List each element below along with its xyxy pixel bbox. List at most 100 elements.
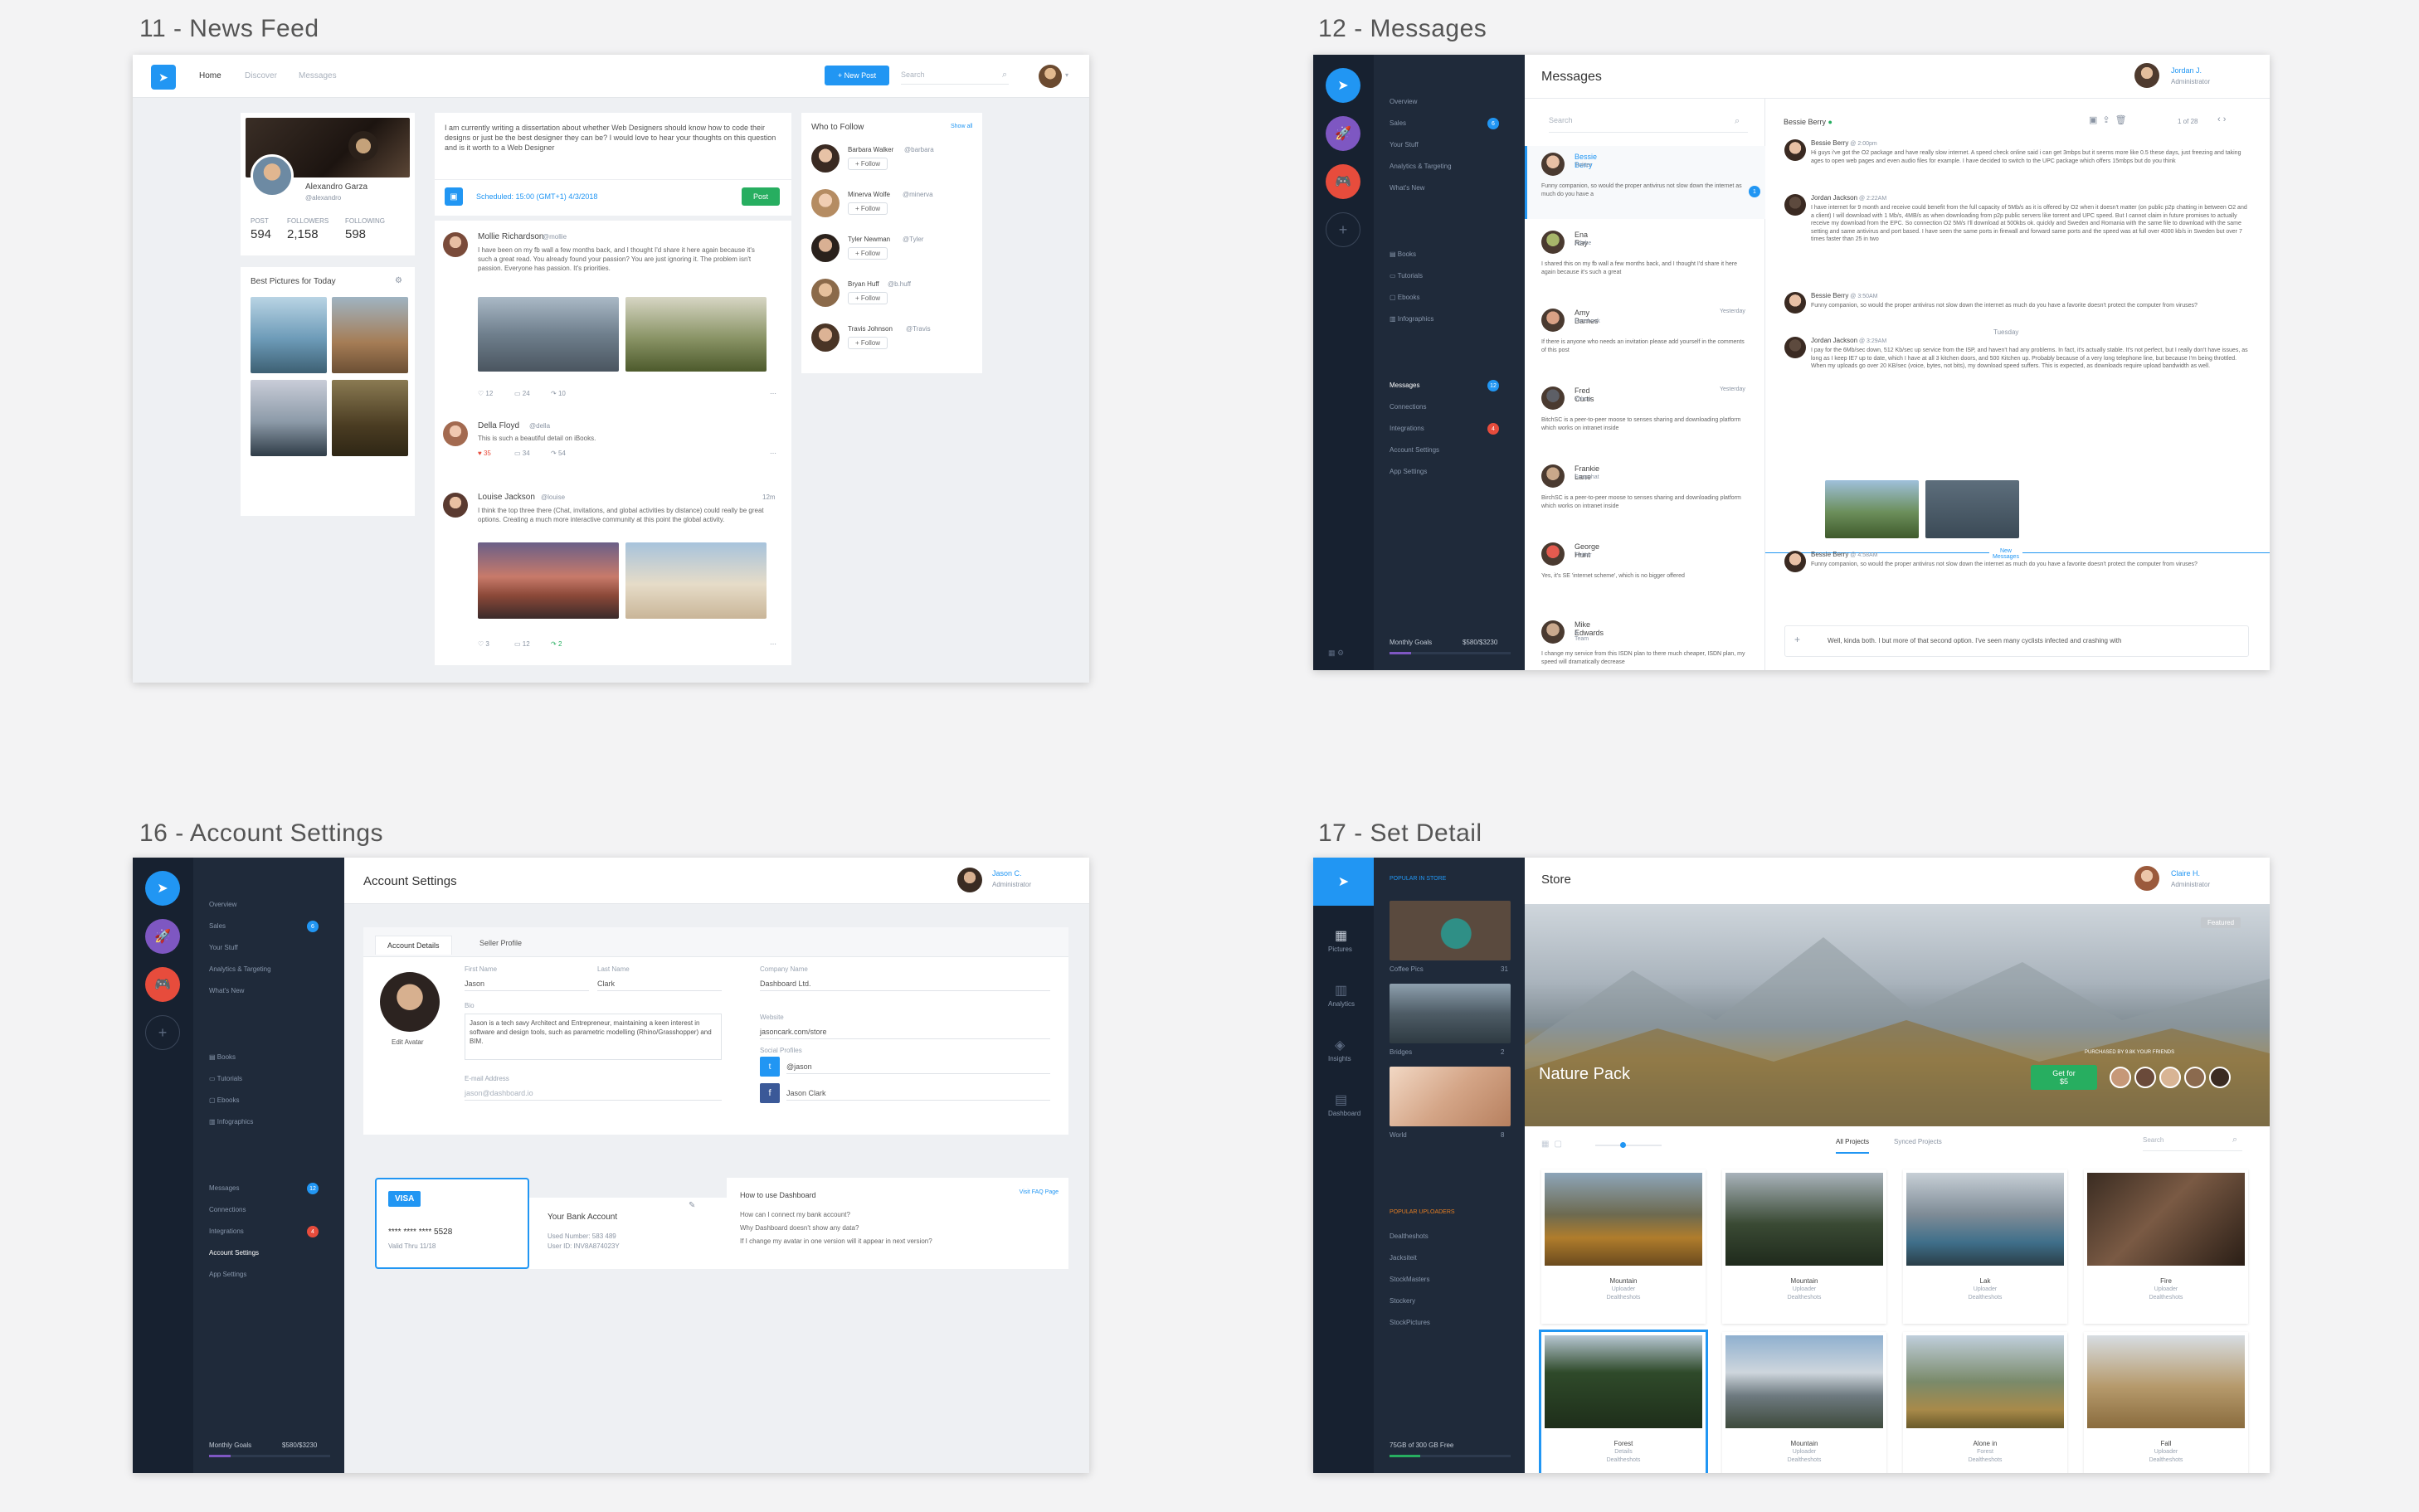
post-image[interactable] <box>478 297 619 372</box>
follow-name[interactable]: Travis Johnson <box>848 325 893 333</box>
uploader-item[interactable]: StockMasters <box>1390 1276 1429 1283</box>
profile-avatar[interactable] <box>380 972 440 1032</box>
search-input[interactable]: Search <box>901 66 1009 85</box>
sidebar-item-messages[interactable]: Messages <box>209 1184 239 1192</box>
nav-messages[interactable]: Messages <box>299 71 337 80</box>
avatar[interactable] <box>1784 292 1806 314</box>
gear-icon[interactable]: ⚙ <box>395 276 402 285</box>
last-name-field[interactable]: Clark <box>597 977 722 991</box>
avatar[interactable] <box>1541 231 1565 254</box>
avatar[interactable] <box>957 868 982 892</box>
avatar[interactable] <box>1784 194 1806 216</box>
sidebar-item-ebooks[interactable]: ▢ Ebooks <box>1390 294 1419 301</box>
sidebar-item[interactable]: Connections <box>1390 403 1426 411</box>
avatar[interactable] <box>1541 464 1565 488</box>
photo-card[interactable]: Lak Uploader Dealtheshots <box>1903 1169 2067 1324</box>
sidebar-item[interactable]: App Settings <box>1390 468 1427 475</box>
tab-synced-projects[interactable]: Synced Projects <box>1894 1138 1942 1145</box>
sidebar-item-books[interactable]: ▤ Books <box>209 1053 236 1061</box>
attach-plus-icon[interactable]: + <box>1794 634 1800 645</box>
rocket-icon[interactable]: 🚀 <box>145 919 180 954</box>
company-field[interactable]: Dashboard Ltd. <box>760 977 1050 991</box>
rail-label[interactable]: Insights <box>1328 1055 1351 1062</box>
edit-pencil-icon[interactable]: ✎ <box>689 1201 695 1210</box>
sidebar-item-account-settings[interactable]: Account Settings <box>209 1249 259 1257</box>
photo-image[interactable] <box>1906 1335 2064 1428</box>
user-name[interactable]: Claire H. <box>2171 869 2200 878</box>
post-image[interactable] <box>625 542 767 619</box>
best-picture[interactable] <box>332 380 408 456</box>
heart-icon[interactable]: ♥ <box>478 450 484 457</box>
post-image[interactable] <box>625 297 767 372</box>
view-toggle-icons[interactable]: ▦▢ <box>1541 1140 1567 1149</box>
add-icon[interactable]: + <box>145 1015 180 1050</box>
tab-account-details[interactable]: Account Details <box>375 936 452 955</box>
follow-button[interactable]: + Follow <box>848 158 888 170</box>
nav-home[interactable]: Home <box>199 71 221 80</box>
follow-name[interactable]: Barbara Walker <box>848 146 893 153</box>
credit-card[interactable]: VISA **** **** **** 5528 Valid Thru 11/1… <box>375 1178 529 1269</box>
faq-item[interactable]: How can I connect my bank account? <box>740 1211 850 1218</box>
gamepad-icon[interactable]: 🎮 <box>1326 164 1360 199</box>
avatar[interactable] <box>811 323 840 352</box>
avatar[interactable] <box>1541 309 1565 332</box>
chevron-down-icon[interactable]: ▾ <box>1065 71 1068 79</box>
share-icon[interactable]: ↷ <box>551 390 558 397</box>
sidebar-item[interactable]: Account Settings <box>1390 446 1439 454</box>
first-name-field[interactable]: Jason <box>465 977 589 991</box>
follow-button[interactable]: + Follow <box>848 292 888 304</box>
zoom-slider[interactable] <box>1595 1142 1662 1148</box>
avatar[interactable] <box>1784 337 1806 358</box>
popular-coffee-image[interactable] <box>1390 901 1511 960</box>
tab-all-projects[interactable]: All Projects <box>1836 1138 1870 1154</box>
sidebar-item[interactable]: Integrations <box>1390 425 1424 432</box>
sidebar-item-tutorials[interactable]: ▭ Tutorials <box>209 1075 242 1082</box>
photo-card[interactable]: Alone in Forest Dealtheshots <box>1903 1332 2067 1473</box>
dashboard-icon[interactable]: ▤ <box>1335 1091 1347 1108</box>
grid-icon[interactable]: ▦ ⚙ <box>1328 649 1344 658</box>
faq-item[interactable]: If I change my avatar in one version wil… <box>740 1237 932 1245</box>
comment-icon[interactable]: ▭ <box>514 390 523 397</box>
scheduled-text[interactable]: Scheduled: 15:00 (GMT+1) 4/3/2018 <box>476 192 597 201</box>
friend-avatar[interactable] <box>2184 1067 2206 1088</box>
rail-label[interactable]: Pictures <box>1328 946 1352 953</box>
photo-card[interactable]: Mountain Uploader Dealtheshots <box>1722 1169 1886 1324</box>
follow-button[interactable]: + Follow <box>848 247 888 260</box>
photo-image[interactable] <box>2087 1173 2245 1266</box>
more-icon[interactable]: ⋯ <box>770 450 776 457</box>
new-post-button[interactable]: + New Post <box>825 66 889 85</box>
share-icon[interactable]: ↷ <box>551 450 558 457</box>
avatar[interactable] <box>1541 153 1565 176</box>
photo-card[interactable]: Forest Details Dealtheshots <box>1539 1330 1708 1473</box>
sidebar-item[interactable]: Overview <box>1390 98 1417 105</box>
sidebar-item[interactable]: Overview <box>209 901 236 908</box>
avatar[interactable] <box>443 232 468 257</box>
follow-name[interactable]: Tyler Newman <box>848 236 890 243</box>
avatar[interactable] <box>811 234 840 262</box>
avatar[interactable] <box>1784 551 1806 572</box>
tab-seller-profile[interactable]: Seller Profile <box>479 939 522 947</box>
sidebar-item-books[interactable]: ▤ Books <box>1390 250 1416 258</box>
avatar[interactable] <box>1541 542 1565 566</box>
photo-image[interactable] <box>1725 1335 1883 1428</box>
post-image[interactable] <box>478 542 619 619</box>
follow-button[interactable]: + Follow <box>848 337 888 349</box>
uploader-item[interactable]: Dealtheshots <box>1390 1232 1429 1240</box>
sidebar-item-infographics[interactable]: ▥ Infographics <box>209 1118 253 1125</box>
friend-avatar[interactable] <box>2159 1067 2181 1088</box>
photo-image[interactable] <box>1545 1173 1702 1266</box>
avatar[interactable] <box>811 279 840 307</box>
friend-avatar[interactable] <box>2110 1067 2131 1088</box>
photo-image[interactable] <box>1545 1335 1702 1428</box>
avatar[interactable] <box>811 144 840 173</box>
popular-world-image[interactable] <box>1390 1067 1511 1126</box>
post-author[interactable]: Louise Jackson <box>478 493 535 502</box>
follow-name[interactable]: Bryan Huff <box>848 280 879 288</box>
best-picture[interactable] <box>332 297 408 373</box>
analytics-icon[interactable]: ▥ <box>1335 982 1347 999</box>
heart-icon[interactable]: ♡ <box>478 640 485 648</box>
sidebar-item[interactable]: App Settings <box>209 1271 246 1278</box>
compose-text[interactable]: Well, kinda both. I but more of that sec… <box>1828 637 2121 644</box>
rail-label[interactable]: Dashboard <box>1328 1110 1360 1117</box>
sidebar-item[interactable]: What's New <box>1390 184 1424 192</box>
